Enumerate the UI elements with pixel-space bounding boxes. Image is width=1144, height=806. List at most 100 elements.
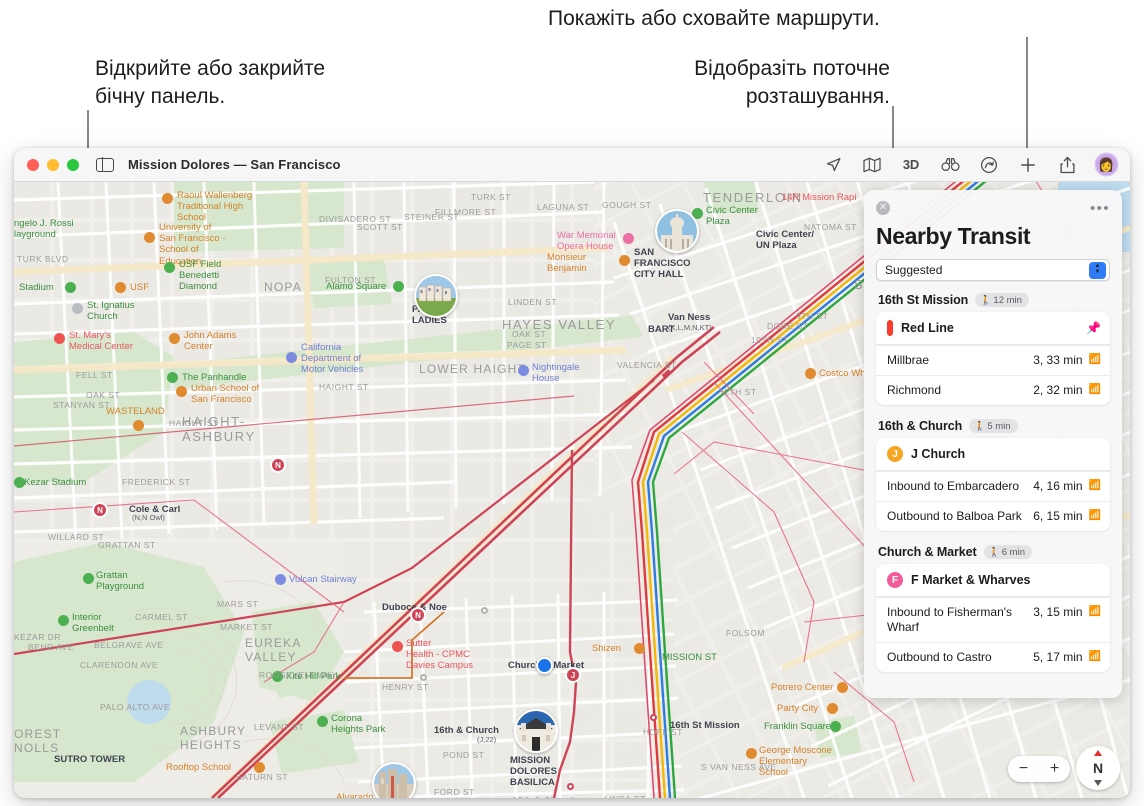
departure-row[interactable]: Richmond 2, 32 min 📶 bbox=[876, 375, 1110, 405]
map-poi-icon[interactable] bbox=[115, 282, 126, 293]
transit-stops-list: 16th St Mission 🚶 12 min Red Line 📌 Millbrae 3… bbox=[876, 293, 1110, 672]
transit-line-header[interactable]: F F Market & Wharves bbox=[876, 564, 1110, 597]
more-options-icon[interactable]: ••• bbox=[1090, 201, 1110, 216]
routes-icon[interactable] bbox=[979, 155, 999, 175]
sidebar-toggle-icon[interactable] bbox=[96, 157, 114, 172]
map-canvas[interactable]: Raoul Wallenberg Traditional High School… bbox=[14, 182, 1130, 798]
painted-ladies-pin[interactable] bbox=[414, 274, 458, 318]
pushpin-icon[interactable]: 📌 bbox=[1086, 321, 1101, 335]
map-label: ROOSEVELT WAY bbox=[259, 670, 338, 680]
departure-row[interactable]: Millbrae 3, 33 min 📶 bbox=[876, 345, 1110, 375]
transit-line-header[interactable]: J J Church bbox=[876, 438, 1110, 471]
chevron-updown-icon[interactable]: ▲ ▼ bbox=[1089, 261, 1106, 279]
transit-line-card[interactable]: Red Line 📌 Millbrae 3, 33 min 📶 Richmond 2, 32… bbox=[876, 312, 1110, 405]
departure-row[interactable]: Outbound to Castro 5, 17 min 📶 bbox=[876, 642, 1110, 672]
avatar[interactable]: 👩 bbox=[1096, 154, 1117, 175]
map-poi-icon[interactable] bbox=[54, 333, 65, 344]
zoom-in-button[interactable]: + bbox=[1050, 760, 1059, 778]
map-label: SUTRO TOWER bbox=[54, 754, 126, 765]
map-poi-icon[interactable] bbox=[14, 477, 25, 488]
map-label: CARMEL ST bbox=[135, 612, 188, 622]
transit-line-header[interactable]: Red Line 📌 bbox=[876, 312, 1110, 345]
stop-marker-16th-church[interactable]: J bbox=[565, 667, 581, 683]
compass-control[interactable]: N bbox=[1076, 746, 1120, 790]
map-poi-icon[interactable] bbox=[619, 255, 630, 266]
stop-marker-16th-st-mission[interactable] bbox=[650, 714, 657, 721]
traffic-light-buttons bbox=[27, 158, 79, 171]
map-poi-icon[interactable] bbox=[830, 721, 841, 732]
map-poi-icon[interactable] bbox=[164, 262, 175, 273]
minimize-window-button[interactable] bbox=[47, 158, 59, 171]
map-poi-icon[interactable] bbox=[623, 233, 634, 244]
map-poi-icon[interactable] bbox=[393, 281, 404, 292]
mission-dolores-basilica-pin[interactable] bbox=[514, 709, 558, 753]
live-signal-icon: 📶 bbox=[1088, 354, 1101, 365]
map-poi-icon[interactable] bbox=[169, 333, 180, 344]
transit-line-card[interactable]: J J Church Inbound to Embarcadero 4, 16 min… bbox=[876, 438, 1110, 531]
map-poi-icon[interactable] bbox=[133, 420, 144, 431]
map-poi-icon[interactable] bbox=[634, 643, 645, 654]
map-poi-icon[interactable] bbox=[83, 573, 94, 584]
zoom-out-button[interactable]: − bbox=[1019, 760, 1028, 778]
map-poi-icon[interactable] bbox=[746, 748, 757, 759]
map-poi-icon[interactable] bbox=[837, 682, 848, 693]
map-poi-icon[interactable] bbox=[144, 232, 155, 243]
stop-marker-cole-carl[interactable]: N bbox=[92, 502, 108, 518]
map-label: Raoul Wallenberg Traditional High School bbox=[177, 190, 253, 224]
add-icon[interactable] bbox=[1018, 155, 1038, 175]
map-label: Sutter Health - CPMC Davies Campus bbox=[406, 638, 474, 672]
map-poi-icon[interactable] bbox=[167, 372, 178, 383]
map-label: BELGRAVE AVE bbox=[94, 640, 164, 650]
map-poi-icon[interactable] bbox=[317, 716, 328, 727]
transit-line-card[interactable]: F F Market & Wharves Inbound to Fisherman'… bbox=[876, 564, 1110, 672]
map-poi-icon[interactable] bbox=[286, 352, 297, 363]
map-poi-icon[interactable] bbox=[58, 615, 69, 626]
transit-line-name: Red Line bbox=[901, 321, 954, 335]
stop-marker-22-fillmore[interactable] bbox=[420, 674, 427, 681]
zoom-controls[interactable]: − + bbox=[1008, 756, 1070, 782]
map-label: George Moscone Elementary School bbox=[759, 745, 832, 779]
map-poi-icon[interactable] bbox=[518, 365, 529, 376]
stop-marker-duboce-noe[interactable]: N bbox=[410, 607, 426, 623]
stop-marker-church-market[interactable] bbox=[481, 607, 488, 614]
map-label: LINDEN ST bbox=[508, 297, 557, 307]
live-signal-icon: 📶 bbox=[1088, 606, 1101, 617]
suggested-select[interactable]: Suggested ▲ ▼ bbox=[876, 259, 1110, 281]
map-poi-icon[interactable] bbox=[392, 641, 403, 652]
map-label: Nightingale House bbox=[532, 362, 580, 385]
map-label: War Memorial Opera House bbox=[557, 230, 616, 253]
map-label: OAK ST bbox=[86, 390, 121, 400]
map-poi-icon[interactable] bbox=[72, 303, 83, 314]
map-label: CLARENDON AVE bbox=[80, 660, 159, 670]
departure-time: 3, 15 min bbox=[1033, 605, 1083, 619]
departure-row[interactable]: Outbound to Balboa Park 6, 15 min 📶 bbox=[876, 501, 1110, 531]
3d-toggle-button[interactable]: 3D bbox=[901, 155, 921, 175]
castro-theatre-pin[interactable] bbox=[372, 762, 416, 798]
map-poi-icon[interactable] bbox=[805, 368, 816, 379]
zoom-window-button[interactable] bbox=[67, 158, 79, 171]
line-bullet-circle: J bbox=[887, 446, 903, 462]
walk-time-badge: 🚶 6 min bbox=[983, 545, 1032, 559]
map-poi-icon[interactable] bbox=[65, 282, 76, 293]
map-poi-icon[interactable] bbox=[827, 703, 838, 714]
close-window-button[interactable] bbox=[27, 158, 39, 171]
stop-marker-18th-church[interactable] bbox=[567, 783, 574, 790]
map-label: FORD ST bbox=[434, 787, 475, 797]
close-icon[interactable]: ✕ bbox=[876, 201, 890, 215]
binoculars-icon[interactable] bbox=[940, 155, 960, 175]
departure-row[interactable]: Inbound to Embarcadero 4, 16 min 📶 bbox=[876, 471, 1110, 501]
map-poi-icon[interactable] bbox=[176, 386, 187, 397]
city-hall-pin[interactable] bbox=[655, 209, 699, 253]
map-label: MARS ST bbox=[217, 599, 259, 609]
map-label: Van Ness bbox=[668, 312, 711, 323]
location-arrow-icon[interactable] bbox=[823, 155, 843, 175]
map-label: PAGE ST bbox=[507, 340, 547, 350]
map-fold-icon[interactable] bbox=[862, 155, 882, 175]
map-label: MISSION ST bbox=[662, 652, 717, 663]
departure-row[interactable]: Inbound to Fisherman's Wharf 3, 15 min 📶 bbox=[876, 597, 1110, 642]
stop-marker-n-judah-east[interactable]: N bbox=[270, 457, 286, 473]
map-label: POND ST bbox=[443, 750, 485, 760]
map-poi-icon[interactable] bbox=[162, 193, 173, 204]
map-poi-icon[interactable] bbox=[275, 574, 286, 585]
share-icon[interactable] bbox=[1057, 155, 1077, 175]
